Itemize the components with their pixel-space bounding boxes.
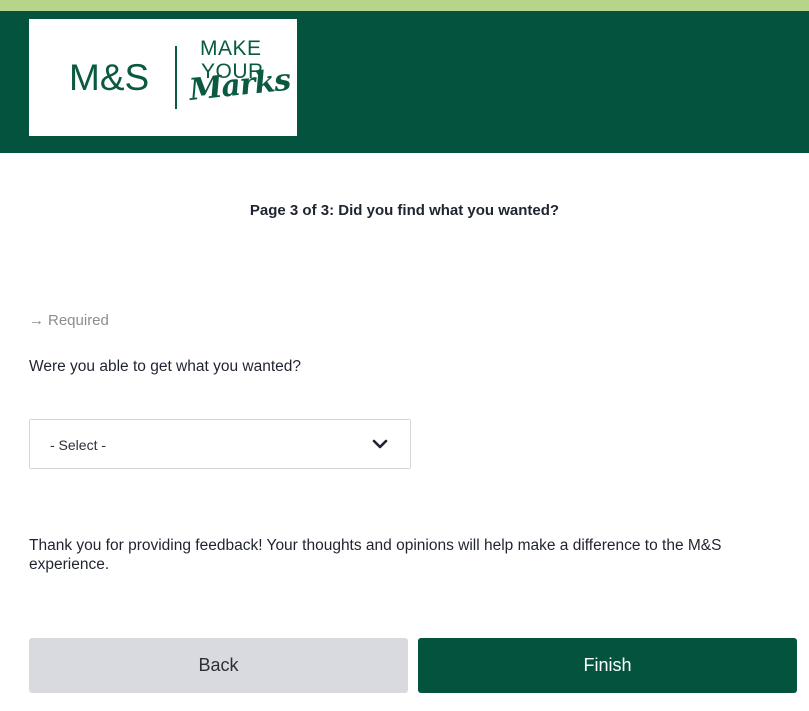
brand-logo: M&S MAKE YOUR Marks — [29, 19, 297, 136]
chevron-down-icon — [372, 439, 388, 449]
page-title: Page 3 of 3: Did you find what you wante… — [249, 202, 560, 219]
top-accent-strip — [0, 0, 809, 11]
required-indicator: → Required — [29, 312, 109, 329]
logo-divider — [175, 46, 177, 109]
question-label: Were you able to get what you wanted? — [29, 358, 301, 375]
finish-button[interactable]: Finish — [418, 638, 797, 693]
logo-tagline-make: MAKE — [200, 37, 262, 60]
logo-ms-text: M&S — [69, 57, 150, 98]
answer-select[interactable]: - Select - — [29, 419, 411, 469]
logo-tagline-marks: Marks — [187, 62, 292, 108]
back-button[interactable]: Back — [29, 638, 408, 693]
required-label: Required — [48, 312, 109, 329]
arrow-right-icon: → — [29, 312, 44, 329]
thank-you-message: Thank you for providing feedback! Your t… — [29, 537, 722, 573]
header-banner: M&S MAKE YOUR Marks — [0, 11, 809, 153]
select-value: - Select - — [50, 437, 107, 453]
